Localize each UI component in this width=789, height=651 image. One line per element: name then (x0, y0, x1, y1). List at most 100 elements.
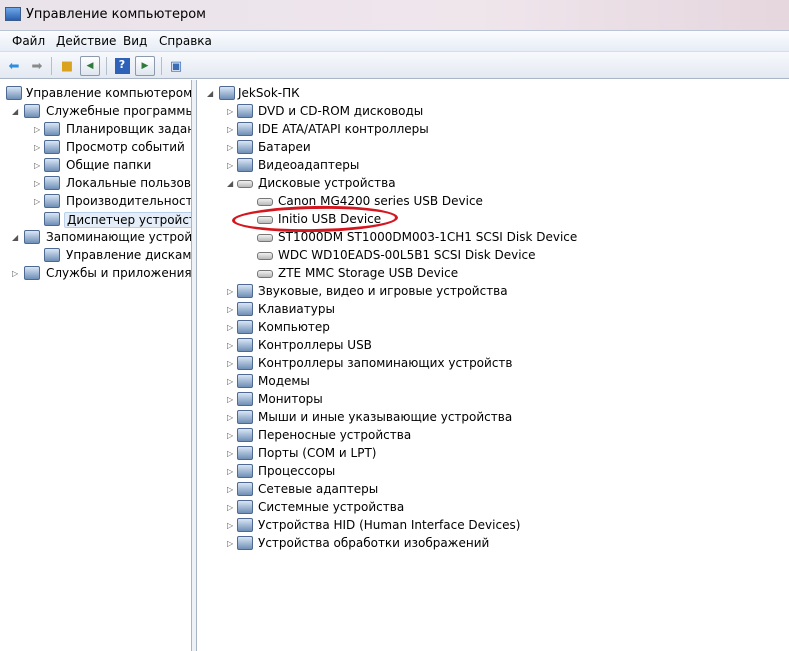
expand-arrow-icon[interactable]: ▷ (227, 336, 235, 354)
computer-management-icon (6, 86, 22, 100)
show-hide-action-pane-icon[interactable]: ▶ (135, 56, 155, 76)
tree-item-label: Служебные программы (46, 104, 192, 118)
tree-item[interactable]: ▷ IDE ATA/ATAPI контроллеры (197, 120, 789, 138)
menu-view[interactable]: Вид (123, 34, 147, 48)
tree-item[interactable]: Управление компьютером (л (0, 84, 191, 102)
tree-item[interactable]: Диспетчер устройств (0, 210, 191, 228)
tree-item[interactable]: ◢ JekSok-ПК (197, 84, 789, 102)
expand-arrow-icon[interactable]: ▷ (227, 300, 235, 318)
tree-item-label: Процессоры (258, 464, 336, 478)
menu-file[interactable]: Файл (12, 34, 45, 48)
tree-item[interactable]: ▷ Сетевые адаптеры (197, 480, 789, 498)
expand-arrow-icon[interactable]: ▷ (227, 516, 235, 534)
tree-item[interactable]: ▷ Системные устройства (197, 498, 789, 516)
tree-item-label: Службы и приложения (46, 266, 192, 280)
tree-item[interactable]: Управление дисками (0, 246, 191, 264)
tree-item[interactable]: ▷ Клавиатуры (197, 300, 789, 318)
expand-arrow-icon[interactable]: ▷ (227, 318, 235, 336)
tree-item-label: Мониторы (258, 392, 323, 406)
expand-arrow-icon[interactable]: ▷ (227, 444, 235, 462)
expand-arrow-icon[interactable]: ▷ (34, 120, 42, 138)
storage-controller-icon (237, 356, 253, 370)
tree-item[interactable]: ▷ Мыши и иные указывающие устройства (197, 408, 789, 426)
expand-arrow-icon[interactable]: ▷ (227, 498, 235, 516)
hid-icon (237, 518, 253, 532)
show-hide-tree-icon[interactable]: ◀ (80, 56, 100, 76)
tree-item[interactable]: ▷ Устройства обработки изображений (197, 534, 789, 552)
processor-icon (237, 464, 253, 478)
tree-item-label: Мыши и иные указывающие устройства (258, 410, 513, 424)
tree-item[interactable]: ▷ Контроллеры запоминающих устройств (197, 354, 789, 372)
expand-arrow-icon[interactable]: ▷ (34, 192, 42, 210)
device-manager-icon (44, 212, 60, 226)
expand-arrow-icon[interactable]: ▷ (227, 102, 235, 120)
back-icon[interactable]: ⬅ (4, 56, 24, 76)
expand-arrow-icon[interactable]: ▷ (227, 372, 235, 390)
expand-arrow-icon[interactable]: ▷ (227, 462, 235, 480)
clock-icon (44, 122, 60, 136)
expand-arrow-icon[interactable]: ▷ (227, 408, 235, 426)
display-adapter-icon (237, 158, 253, 172)
tree-item-label: Управление дисками (66, 248, 192, 262)
expand-arrow-icon[interactable]: ▷ (227, 390, 235, 408)
tree-item[interactable]: ▷ Производительность (0, 192, 191, 210)
expand-arrow-icon[interactable]: ▷ (227, 138, 235, 156)
tree-item[interactable]: ▷ Переносные устройства (197, 426, 789, 444)
menu-help[interactable]: Справка (159, 34, 212, 48)
tree-item[interactable]: ▷ Модемы (197, 372, 789, 390)
tree-item-label: Запоминающие устройст (46, 230, 192, 244)
collapse-arrow-icon[interactable]: ◢ (227, 174, 235, 192)
expand-arrow-icon[interactable]: ▷ (227, 156, 235, 174)
tree-item[interactable]: ▷ Мониторы (197, 390, 789, 408)
tree-item-label: JekSok-ПК (238, 86, 300, 100)
tree-item[interactable]: ▷ Просмотр событий (0, 138, 191, 156)
forward-icon[interactable]: ➡ (27, 56, 47, 76)
expand-arrow-icon[interactable]: ▷ (227, 120, 235, 138)
expand-arrow-icon[interactable]: ▷ (227, 426, 235, 444)
tree-item[interactable]: ▷ Звуковые, видео и игровые устройства (197, 282, 789, 300)
tree-item[interactable]: ◢ Запоминающие устройст (0, 228, 191, 246)
expand-arrow-icon[interactable]: ▷ (34, 156, 42, 174)
usb-icon (237, 338, 253, 352)
dvd-icon (237, 104, 253, 118)
tree-item[interactable]: ▷ Общие папки (0, 156, 191, 174)
tree-item-label: Управление компьютером (л (26, 86, 192, 100)
expand-arrow-icon[interactable]: ▷ (34, 174, 42, 192)
tree-item[interactable]: ◢ Дисковые устройства (197, 174, 789, 192)
menu-action[interactable]: Действие (56, 34, 116, 48)
tree-item-label: Сетевые адаптеры (258, 482, 379, 496)
toolbar: ⬅ ➡ ■ ◀ ? ▶ ▣ (0, 52, 789, 79)
expand-arrow-icon[interactable]: ▷ (12, 264, 20, 282)
collapse-arrow-icon[interactable]: ◢ (12, 228, 20, 246)
tree-item[interactable]: ▷ Устройства HID (Human Interface Devices… (197, 516, 789, 534)
tree-item-label: Компьютер (258, 320, 330, 334)
collapse-arrow-icon[interactable]: ◢ (12, 102, 20, 120)
tree-item[interactable]: ▷ Батареи (197, 138, 789, 156)
speaker-icon (237, 284, 253, 298)
tree-item[interactable]: ▷ Контроллеры USB (197, 336, 789, 354)
collapse-arrow-icon[interactable]: ◢ (207, 84, 215, 102)
tree-item[interactable]: ▷ Видеоадаптеры (197, 156, 789, 174)
menu-bar: Файл Действие Вид Справка (0, 31, 789, 52)
tree-item[interactable]: ▷ Планировщик заданий (0, 120, 191, 138)
expand-arrow-icon[interactable]: ▷ (227, 480, 235, 498)
tree-item[interactable]: ▷ Компьютер (197, 318, 789, 336)
tree-item[interactable]: ▷ Порты (COM и LPT) (197, 444, 789, 462)
up-folder-icon[interactable]: ■ (57, 56, 77, 76)
tree-item-label: WDC WD10EADS-00L5B1 SCSI Disk Device (278, 248, 536, 262)
tree-item[interactable]: WDC WD10EADS-00L5B1 SCSI Disk Device (197, 246, 789, 264)
tree-item[interactable]: ▷ Службы и приложения (0, 264, 191, 282)
expand-arrow-icon[interactable]: ▷ (34, 138, 42, 156)
expand-arrow-icon[interactable]: ▷ (227, 534, 235, 552)
help-icon[interactable]: ? (114, 58, 130, 74)
properties-icon[interactable]: ▣ (166, 56, 186, 76)
tree-item-label: Клавиатуры (258, 302, 335, 316)
tree-item[interactable]: ▷ Процессоры (197, 462, 789, 480)
tree-item[interactable]: ▷ DVD и CD-ROM дисководы (197, 102, 789, 120)
expand-arrow-icon[interactable]: ▷ (227, 282, 235, 300)
tree-item[interactable]: ▷ Локальные пользовате (0, 174, 191, 192)
tree-item[interactable]: ◢ Служебные программы (0, 102, 191, 120)
tree-item[interactable]: ZTE MMC Storage USB Device (197, 264, 789, 282)
network-adapter-icon (237, 482, 253, 496)
expand-arrow-icon[interactable]: ▷ (227, 354, 235, 372)
